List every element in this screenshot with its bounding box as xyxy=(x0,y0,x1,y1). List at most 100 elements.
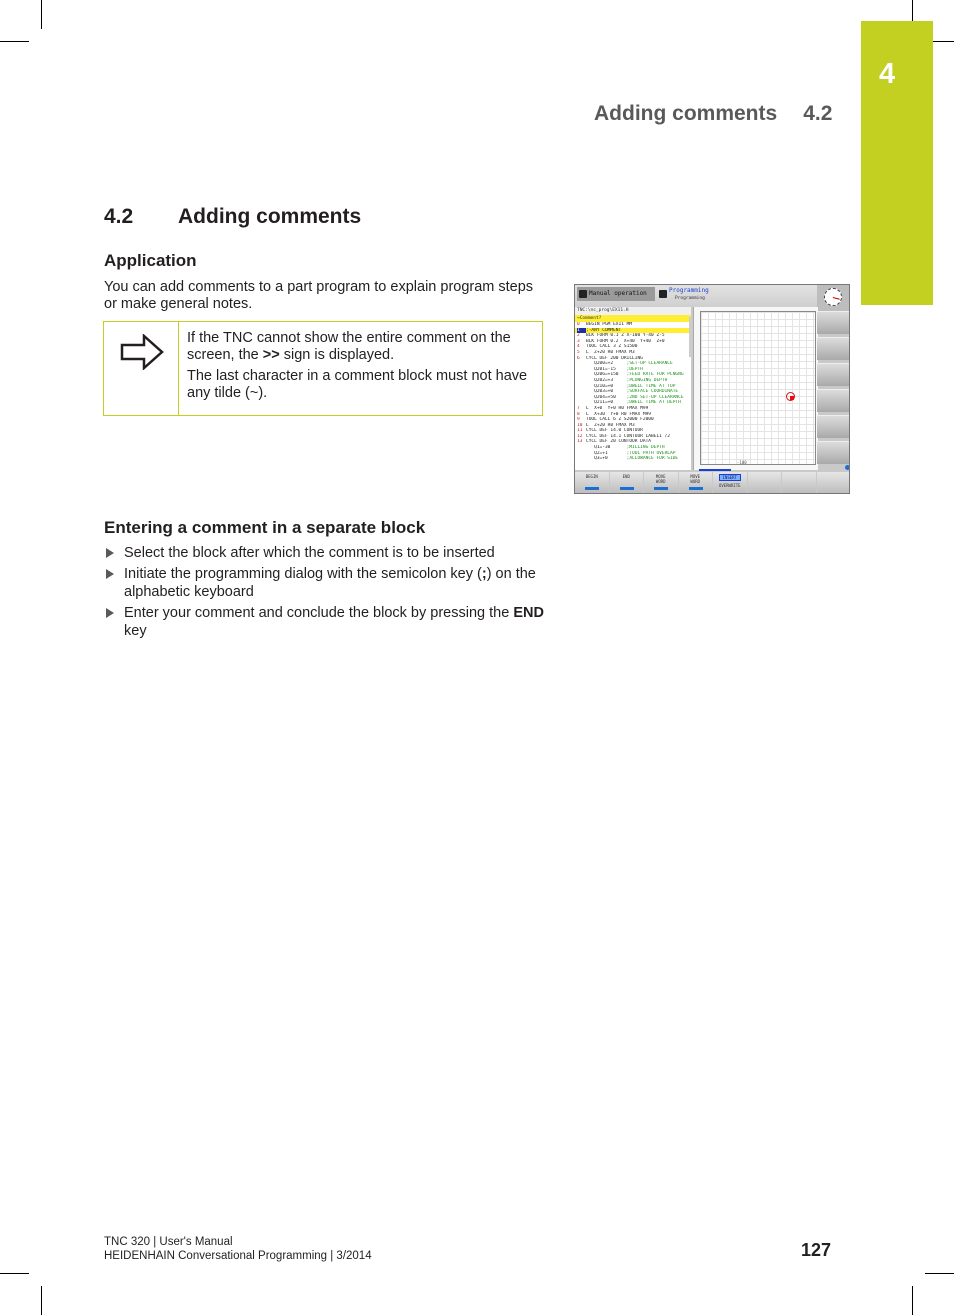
application-body: You can add comments to a part program t… xyxy=(104,279,534,312)
line-comment: ;DWELL TIME AT TOP xyxy=(626,383,676,389)
entering-heading: Entering a comment in a separate block xyxy=(104,518,426,537)
section-title: Adding comments xyxy=(178,205,362,228)
softkey-label xyxy=(748,472,782,479)
step-key: END xyxy=(513,605,544,621)
line-code: TOOL CALL 3 Z S1500 xyxy=(586,344,638,350)
dialog-input[interactable]: →Comment? xyxy=(575,315,691,322)
section-heading: 4.2 Adding comments xyxy=(104,205,361,229)
softkey[interactable]: INSERT OVERWRITE xyxy=(713,472,747,493)
softkey[interactable]: MOVE WORD xyxy=(644,472,678,493)
crop-mark xyxy=(933,41,954,42)
softkey[interactable]: MOVE WORD xyxy=(678,472,713,493)
mode-manual-label: Manual operation xyxy=(589,290,647,297)
line-code: L Z+20 R0 FMAX M3 xyxy=(586,422,635,428)
line-code: Q204=+50 xyxy=(586,394,627,400)
step-text: Select the block after which the comment… xyxy=(124,545,495,561)
vertical-softkey[interactable] xyxy=(817,311,849,334)
note-divider xyxy=(178,322,179,415)
mode-bar: Manual operation Programming Programming xyxy=(575,285,817,307)
line-code: Q1=-30 xyxy=(586,445,627,451)
footer-line-1: TNC 320 | User's Manual xyxy=(104,1236,233,1248)
vertical-softkeys xyxy=(817,311,849,467)
program-scrollbar[interactable] xyxy=(689,317,692,357)
dialog-prompt: Comment? xyxy=(579,316,602,321)
line-code: Q2=+1 xyxy=(586,450,627,456)
line-code: Q201=-15 xyxy=(586,366,627,372)
line-code: TOOL CALL 6 Z S2000 F2000 xyxy=(586,417,654,423)
softkey[interactable] xyxy=(816,472,849,493)
crop-mark xyxy=(0,41,29,42)
softkey[interactable]: END xyxy=(609,472,644,493)
vertical-softkey[interactable] xyxy=(817,363,849,386)
note-text-part: sign is displayed. xyxy=(279,347,395,363)
line-code: Q3=+0 xyxy=(586,456,627,462)
softkey[interactable] xyxy=(782,472,816,493)
softkey-label: BEGIN xyxy=(575,472,609,479)
mode-manual-operation[interactable]: Manual operation xyxy=(577,287,655,301)
softkey[interactable]: BEGIN xyxy=(575,472,609,493)
step-item: Select the block after which the comment… xyxy=(104,544,544,562)
softkey[interactable] xyxy=(747,472,782,493)
line-comment: ;2ND SET-UP CLEARANCE xyxy=(626,394,684,400)
crop-mark xyxy=(912,0,913,21)
line-comment: ;SET-UP CLEARANCE xyxy=(626,361,673,367)
line-comment: ;DEPTH xyxy=(626,366,643,372)
datum-marker-icon xyxy=(786,392,795,401)
vertical-softkey[interactable] xyxy=(817,337,849,360)
page-number: 127 xyxy=(801,1240,832,1260)
line-code: Q211=+0 xyxy=(586,400,627,406)
step-text: Initiate the programming dialog with the… xyxy=(124,566,482,582)
running-head-section: 4.2 xyxy=(803,102,833,125)
application-heading: Application xyxy=(104,251,197,270)
softkey-label-line2: WORD xyxy=(655,479,666,484)
crop-mark xyxy=(0,1273,29,1274)
vertical-softkey[interactable] xyxy=(817,441,849,464)
insert-mode-badge: INSERT xyxy=(718,474,741,481)
vertical-softkey[interactable] xyxy=(817,415,849,438)
axis-x-label: -100 xyxy=(737,460,747,465)
step-text: Enter your comment and conclude the bloc… xyxy=(124,605,514,621)
softkey-row: BEGIN END MOVE WORD MOVE WORD INSERT OVERWRITE xyxy=(575,472,849,493)
line-code: BEGIN PGM EX11 MM xyxy=(586,322,633,327)
line-code: L X+0 Y+0 R0 FMAX M99 xyxy=(586,405,649,411)
line-comment: ;MILLING DEPTH xyxy=(626,445,665,451)
section-number: 4.2 xyxy=(104,205,134,228)
step-item: Enter your comment and conclude the bloc… xyxy=(104,604,544,640)
line-code: BLK FORM 0.2 X+40 Y+40 Z+0 xyxy=(586,338,665,344)
line-code: ;-ANY COMMENT xyxy=(586,327,622,333)
bullet-triangle-icon xyxy=(106,569,114,579)
note-text: If the TNC cannot show the entire commen… xyxy=(187,330,537,406)
graphic-scrollbar[interactable] xyxy=(699,469,731,471)
softkey-label: END xyxy=(610,472,644,479)
bullet-triangle-icon xyxy=(106,608,114,618)
note-paragraph-1: If the TNC cannot show the entire commen… xyxy=(187,330,537,364)
note-paragraph-2: The last character in a comment block mu… xyxy=(187,368,528,401)
crop-mark xyxy=(925,1273,954,1274)
tnc-screenshot: Manual operation Programming Programming … xyxy=(574,284,850,494)
running-head-title: Adding comments xyxy=(594,102,778,125)
program-editor[interactable]: TNC:\nc_prog\EX11.H →Comment? 0 BEGIN PGM… xyxy=(575,307,691,470)
programming-mode-icon xyxy=(659,290,667,298)
softkey-label: MOVE WORD xyxy=(644,472,678,484)
line-comment: ;PLUNGING DEPTH xyxy=(626,377,668,383)
vertical-softkey[interactable] xyxy=(817,389,849,412)
line-code: Q203=+0 xyxy=(586,389,627,395)
line-code: Q210=+0 xyxy=(586,383,627,389)
program-path: TNC:\nc_prog\EX11.H xyxy=(575,307,691,315)
line-code: Q202=+3 xyxy=(586,377,627,383)
softkey-label: MOVE WORD xyxy=(679,472,713,484)
note-box: If the TNC cannot show the entire commen… xyxy=(103,321,543,416)
step-list: Select the block after which the comment… xyxy=(104,544,544,643)
chapter-number: 4 xyxy=(879,58,896,90)
line-code: CYCL DEF 14.0 CONTOUR xyxy=(586,428,643,434)
arrow-right-icon xyxy=(688,487,703,490)
footer-line-2: HEIDENHAIN Conversational Programming | … xyxy=(104,1250,372,1262)
line-code: Q206=+150 xyxy=(586,372,627,378)
line-code: L X+30 Y+0 R0 FMAX M99 xyxy=(586,411,652,417)
mode-programming[interactable]: Programming Programming xyxy=(657,287,737,303)
chapter-tab xyxy=(861,21,933,305)
note-bold-sign: >> xyxy=(262,347,280,363)
line-comment: ;FEED RATE FOR PLNGNG xyxy=(626,372,684,378)
program-line[interactable]: Q3=+0 ;ALLOWANCE FOR SIDE xyxy=(575,456,691,462)
step-text: key xyxy=(124,623,147,639)
